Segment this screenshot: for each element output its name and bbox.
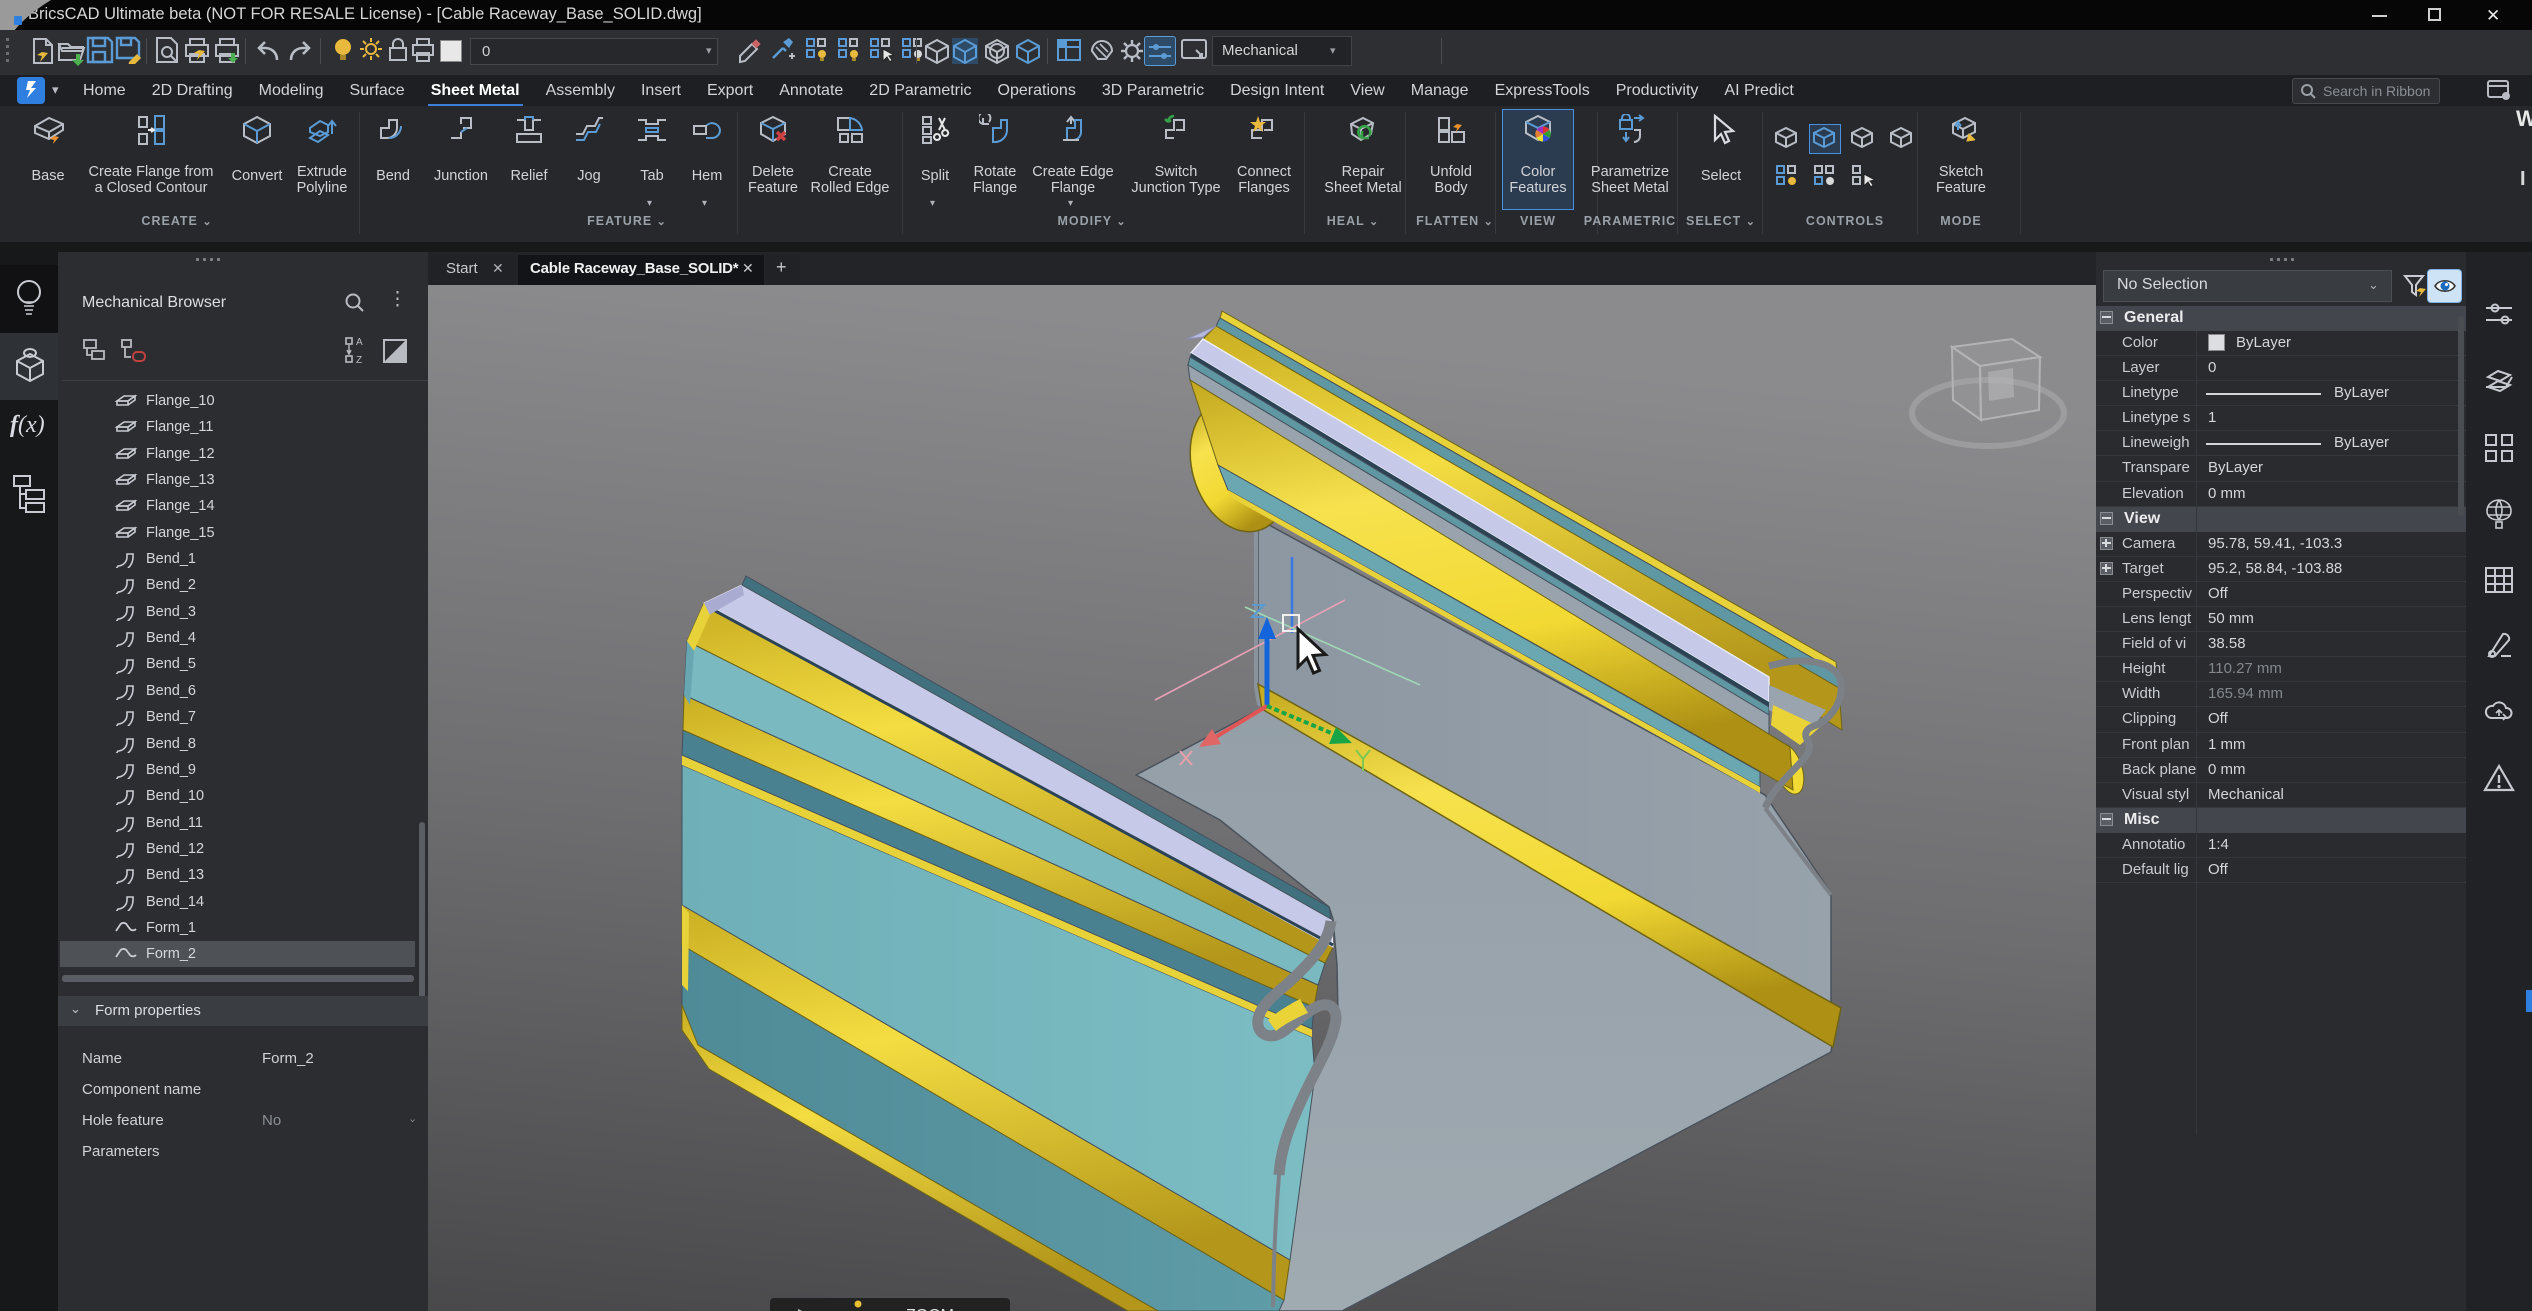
svg-text:ZOOM: ZOOM	[906, 1307, 954, 1311]
svg-text:Z: Z	[356, 355, 362, 366]
svg-text:A: A	[356, 337, 363, 348]
svg-text:▶: ▶	[798, 1305, 809, 1311]
